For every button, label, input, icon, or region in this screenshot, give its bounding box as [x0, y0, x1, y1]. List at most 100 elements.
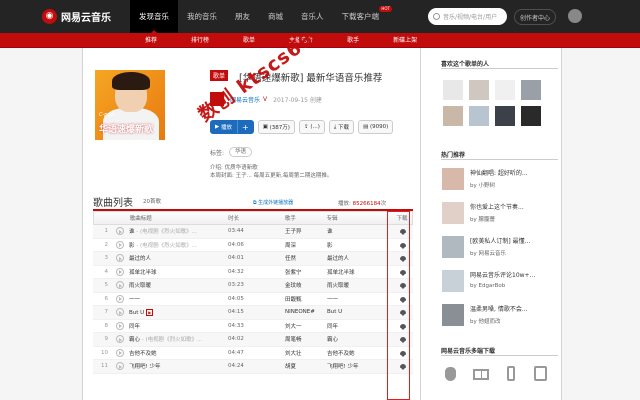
recommend-item[interactable]: 你也爱上这个节奏... by 朦朧薔	[442, 202, 558, 228]
recommend-thumbnail[interactable]	[442, 236, 464, 258]
row-artist[interactable]: 周深	[285, 241, 327, 249]
download-button[interactable]: ⤓ 下载	[328, 120, 355, 134]
search-input[interactable]: 音乐/视频/电台/用户	[428, 8, 507, 25]
iphone-download[interactable]	[501, 366, 521, 384]
liker-avatar[interactable]	[469, 80, 489, 100]
external-player-link[interactable]: ⧉ 生成外链播放器	[253, 199, 293, 206]
row-artist[interactable]: 田馥甄	[285, 295, 327, 303]
user-avatar[interactable]	[568, 9, 582, 23]
nav-my-music[interactable]: 我的音乐	[178, 0, 226, 33]
row-album[interactable]: But U	[327, 309, 393, 315]
recommend-item[interactable]: [欧美私人订制] 最懂... by 网易云音乐	[442, 236, 558, 262]
row-play-button[interactable]	[113, 308, 126, 317]
table-row[interactable]: 11 飞翔吧! 少年 04:24 胡夏 飞翔吧! 少年	[93, 360, 413, 374]
share-button[interactable]: ⇪ (...)	[298, 120, 325, 134]
subnav-recommend[interactable]: 推荐	[145, 33, 157, 48]
recommend-user[interactable]: 他翅而改	[479, 319, 501, 325]
row-album[interactable]: 雨火取暖	[327, 281, 393, 289]
row-play-button[interactable]	[113, 254, 126, 263]
recommend-thumbnail[interactable]	[442, 270, 464, 292]
nav-mall[interactable]: 商城	[259, 0, 292, 33]
recommend-title-text[interactable]: 网易云音乐评论10w+...	[470, 270, 558, 279]
row-play-button[interactable]	[113, 267, 126, 276]
table-row[interactable]: 6 一一 04:05 田馥甄 一一	[93, 293, 413, 306]
row-play-button[interactable]	[113, 321, 126, 330]
row-play-button[interactable]	[113, 227, 126, 236]
song-title[interactable]: 飞翔吧! 少年	[129, 364, 160, 370]
table-row[interactable]: 10 吉他不及她 04:47 刘大壮 吉他不及她	[93, 347, 413, 360]
liker-avatar[interactable]	[495, 106, 515, 126]
table-row[interactable]: 1 谁 - (电视剧《烈火如歌》... 03:44 王子异谁	[93, 225, 413, 239]
row-artist[interactable]: NINEONE#	[285, 309, 327, 315]
recommend-title-text[interactable]: 温柔男嗓, 情歌不会...	[470, 304, 558, 313]
nav-friends[interactable]: 朋友	[226, 0, 259, 33]
song-title[interactable]: 霸心	[129, 337, 140, 343]
row-play-button[interactable]	[113, 240, 126, 249]
song-title[interactable]: 最过的人	[129, 256, 151, 262]
row-artist[interactable]: 周笔畅	[285, 335, 327, 343]
row-artist[interactable]: 任然	[285, 254, 327, 262]
song-title[interactable]: 一一	[129, 297, 140, 303]
mv-icon[interactable]: ▶	[146, 308, 154, 316]
song-title[interactable]: 孤单北半球	[129, 270, 157, 276]
recommend-title-text[interactable]: [欧美私人订制] 最懂...	[470, 236, 558, 245]
nav-download[interactable]: 下载客户端 HOT	[333, 0, 392, 33]
recommend-user[interactable]: EdgarBob	[479, 283, 506, 289]
collect-button[interactable]: ▣ (387万)	[257, 120, 295, 134]
table-row[interactable]: 4 孤单北半球 04:32 张紫宁 孤单北半球	[93, 266, 413, 279]
liker-avatar[interactable]	[495, 80, 515, 100]
subnav-playlists[interactable]: 歌单	[243, 33, 255, 48]
recommend-title-text[interactable]: 神仙翻唱: 超好听的...	[470, 168, 558, 177]
liker-avatar[interactable]	[443, 106, 463, 126]
recommend-thumbnail[interactable]	[442, 202, 464, 224]
comment-button[interactable]: ▤ (9090)	[358, 120, 394, 134]
liker-avatar[interactable]	[521, 106, 541, 126]
row-album[interactable]: 影	[327, 241, 393, 249]
android-download[interactable]	[531, 366, 551, 384]
liker-avatar[interactable]	[443, 80, 463, 100]
liker-avatar[interactable]	[521, 80, 541, 100]
row-artist[interactable]: 王子异	[285, 227, 327, 235]
row-artist[interactable]: 刘大一	[285, 322, 327, 330]
row-artist[interactable]: 张紫宁	[285, 268, 327, 276]
song-title[interactable]: 同年	[129, 324, 140, 330]
row-album[interactable]: 霸心	[327, 335, 393, 343]
subnav-new-albums[interactable]: 新碟上架	[393, 33, 417, 48]
subnav-charts[interactable]: 排行榜	[191, 33, 209, 48]
row-album[interactable]: 吉他不及她	[327, 349, 393, 357]
row-artist[interactable]: 刘大壮	[285, 349, 327, 357]
row-play-button[interactable]	[113, 294, 126, 303]
row-album[interactable]: 最过的人	[327, 254, 393, 262]
recommend-user[interactable]: 小野树	[479, 183, 496, 189]
recommend-user[interactable]: 朦朧薔	[479, 217, 496, 223]
nav-discover[interactable]: 发现音乐	[130, 0, 178, 33]
row-album[interactable]: 飞翔吧! 少年	[327, 362, 393, 370]
recommend-item[interactable]: 温柔男嗓, 情歌不会... by 他翅而改	[442, 304, 558, 330]
recommend-item[interactable]: 网易云音乐评论10w+... by EdgarBob	[442, 270, 558, 296]
recommend-thumbnail[interactable]	[442, 304, 464, 326]
table-row[interactable]: 2 影 - (电视剧《烈火如歌》... 04:06 周深影	[93, 239, 413, 252]
table-row[interactable]: 9 霸心 - (电视剧《烈火如歌》... 04:02 周笔畅 霸心	[93, 333, 413, 347]
logo[interactable]: ◉ 网易云音乐	[42, 8, 111, 24]
song-title[interactable]: But U	[129, 310, 144, 316]
row-album[interactable]: 同年	[327, 322, 393, 330]
row-artist[interactable]: 金玟岐	[285, 281, 327, 289]
liker-avatar[interactable]	[469, 106, 489, 126]
row-artist[interactable]: 胡夏	[285, 362, 327, 370]
row-play-button[interactable]	[113, 335, 126, 344]
row-play-button[interactable]	[113, 348, 126, 357]
table-row[interactable]: 5 雨火取暖 03:23 金玟岐 雨火取暖	[93, 279, 413, 293]
tag-pill[interactable]: 华语	[229, 147, 253, 157]
table-row[interactable]: 8 同年 04:33 刘大一 同年	[93, 320, 413, 333]
recommend-item[interactable]: 神仙翻唱: 超好听的... by 小野树	[442, 168, 558, 194]
table-row[interactable]: 3 最过的人 04:01 任然 最过的人	[93, 252, 413, 266]
row-play-button[interactable]	[113, 281, 126, 290]
row-play-button[interactable]	[113, 362, 126, 371]
windows-download[interactable]	[471, 366, 491, 384]
creator-center-button[interactable]: 创作者中心	[514, 9, 556, 25]
row-album[interactable]: 一一	[327, 295, 393, 303]
recommend-title-text[interactable]: 你也爱上这个节奏...	[470, 202, 558, 211]
row-album[interactable]: 谁	[327, 227, 393, 235]
table-row[interactable]: 7 But U ▶ 04:15 NINEONE# But U	[93, 306, 413, 320]
row-album[interactable]: 孤单北半球	[327, 268, 393, 276]
